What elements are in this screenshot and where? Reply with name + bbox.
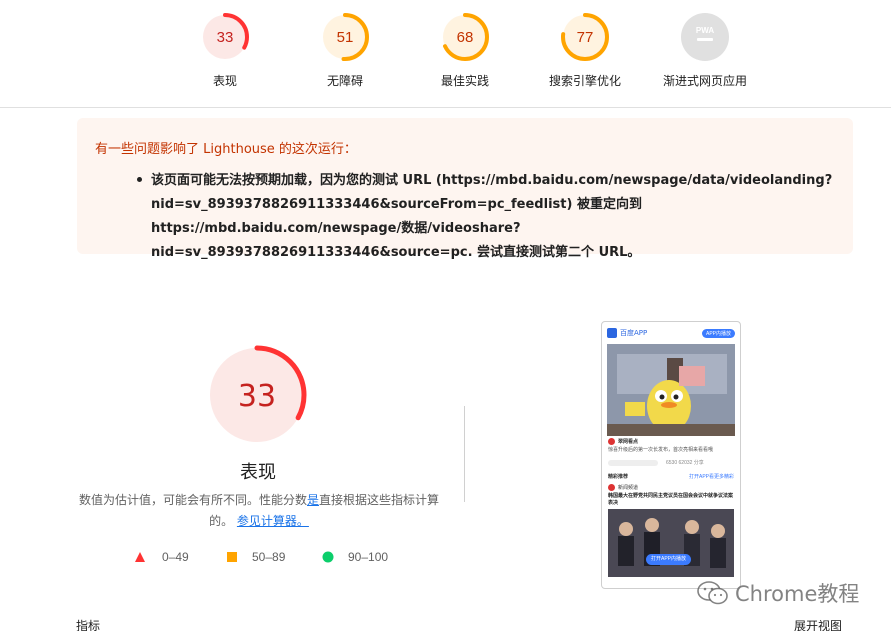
gauge-best-practices[interactable]: 68 最佳实践 xyxy=(405,12,525,89)
gauge-score: 33 xyxy=(217,29,234,46)
ph-news-text: 韩国最大在野党共同民主党议员在国会会议中就争议法案表决 xyxy=(608,493,734,506)
legend-fail: 0–49 xyxy=(134,550,189,564)
circle-icon xyxy=(322,551,334,563)
ph-open-button: APP内播放 xyxy=(701,328,735,338)
ph-source-row: 翠网看点 xyxy=(602,436,740,447)
duck-mascot-image xyxy=(607,344,735,436)
gauge-accessibility[interactable]: 51 无障碍 xyxy=(285,12,405,89)
warning-list: 该页面可能无法按预期加载，因为您的测试 URL (https://mbd.bai… xyxy=(95,169,835,265)
wechat-icon xyxy=(697,581,728,605)
vertical-divider xyxy=(464,406,465,502)
warning-title: 有一些问题影响了 Lighthouse 的这次运行： xyxy=(95,142,357,157)
desc-link-metrics[interactable]: 是 xyxy=(307,493,319,507)
baidu-logo-icon xyxy=(607,328,617,338)
score-description: 数值为估计值，可能会有所不同。性能分数是直接根据这些指标计算的。 参见计算器。 xyxy=(76,490,442,532)
gauge-label: 搜索引擎优化 xyxy=(548,74,621,88)
ph-counts: 6530 62032 分享 xyxy=(666,460,704,466)
triangle-icon xyxy=(135,552,145,562)
desc-text: 数值为估计值，可能会有所不同。性能分数 xyxy=(78,493,307,507)
legend-range: 0–49 xyxy=(162,550,189,564)
ph-video-thumbnail xyxy=(607,344,735,436)
pwa-badge-text: PWA xyxy=(696,26,714,35)
square-icon xyxy=(227,552,237,562)
performance-score: 33 xyxy=(238,379,276,414)
ph-news-source: 新闻频道 xyxy=(618,485,639,491)
performance-gauge-large: 33 xyxy=(207,345,307,450)
news-avatar-icon xyxy=(608,484,615,491)
source-avatar-icon xyxy=(608,438,615,445)
ph-section-link: 打开APP看更多精彩 xyxy=(688,474,734,480)
gauge-performance[interactable]: 33 表现 xyxy=(165,12,285,89)
gauge-ring: 68 xyxy=(441,13,489,61)
ph-action-row: 6530 62032 分享 xyxy=(602,457,740,468)
ph-open-app-button: 打开APP内播放 xyxy=(646,554,692,565)
legend-range: 90–100 xyxy=(348,550,389,564)
watermark: Chrome教程 xyxy=(697,578,859,608)
gauge-label: 无障碍 xyxy=(326,74,363,88)
expand-view-toggle[interactable]: 展开视图 xyxy=(794,617,842,631)
ph-source-name: 翠网看点 xyxy=(618,439,639,445)
gauge-seo[interactable]: 77 搜索引擎优化 xyxy=(525,12,645,89)
gauge-score: 68 xyxy=(457,29,474,46)
ph-section-row: 精彩推荐 打开APP看更多精彩 xyxy=(602,471,740,482)
gauge-ring: 51 xyxy=(321,13,369,61)
ph-comment-input xyxy=(608,459,658,466)
final-screenshot[interactable]: 百度APP APP内播放 翠网看点 惊喜升级后的第一次长发布，首次亮相来看看哦 … xyxy=(601,321,741,589)
ph-header: 百度APP APP内播放 xyxy=(602,322,740,344)
news-photo-image xyxy=(608,509,734,577)
gauge-label: 最佳实践 xyxy=(440,74,489,88)
bullet-icon xyxy=(137,177,142,182)
legend-range: 50–89 xyxy=(252,550,286,564)
legend-pass: 90–100 xyxy=(322,550,388,564)
ph-section-title: 精彩推荐 xyxy=(608,474,629,480)
gauge-ring: 33 xyxy=(201,13,249,61)
runtime-warning-box: 有一些问题影响了 Lighthouse 的这次运行： 该页面可能无法按预期加载，… xyxy=(77,118,853,260)
gauge-label: 渐进式网页应用 xyxy=(662,74,747,88)
gauge-score: 51 xyxy=(337,29,354,46)
ph-news-source-row: 新闻频道 xyxy=(602,482,740,493)
category-gauges-bar: 33 表现 51 无障碍 68 最佳实践 77 搜索引擎优化 PWA 渐进式网页… xyxy=(0,0,891,108)
ph-desc-text: 惊喜升级后的第一次长发布，首次亮相来看看哦 xyxy=(608,447,714,453)
gauge-ring: 77 xyxy=(561,13,609,61)
metrics-heading: 指标 xyxy=(76,619,101,631)
ph-news-image: 打开APP内播放 xyxy=(608,509,734,577)
pwa-icon: PWA xyxy=(681,13,729,61)
calculator-link[interactable]: 参见计算器。 xyxy=(237,514,309,528)
gauge-ring-large: 33 xyxy=(207,345,307,445)
ph-app-name: 百度APP xyxy=(620,329,648,337)
watermark-text: Chrome教程 xyxy=(735,582,860,606)
legend-average: 50–89 xyxy=(226,550,285,564)
gauge-score: 77 xyxy=(577,29,594,46)
warning-item: 该页面可能无法按预期加载，因为您的测试 URL (https://mbd.bai… xyxy=(151,173,833,260)
gauge-pwa[interactable]: PWA 渐进式网页应用 xyxy=(645,12,765,89)
performance-title: 表现 xyxy=(240,462,276,483)
gauge-label: 表现 xyxy=(212,74,237,88)
